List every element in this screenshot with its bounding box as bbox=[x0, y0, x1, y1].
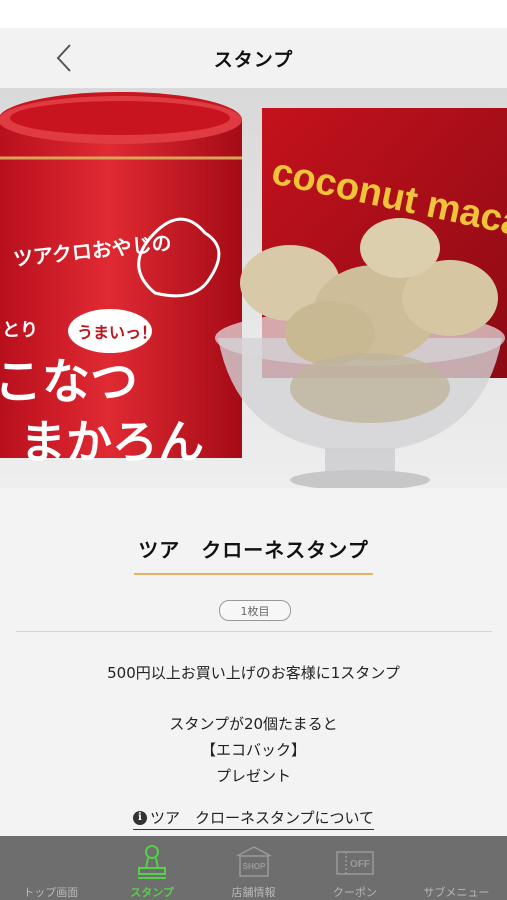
tab-shop-label: 店舗情報 bbox=[231, 886, 276, 899]
home-icon bbox=[31, 844, 71, 880]
nav-bar: スタンプ bbox=[0, 28, 507, 88]
shop-icon: SHOP bbox=[234, 844, 274, 880]
status-bar bbox=[0, 0, 507, 28]
reward-line-2: 【エコバック】 bbox=[200, 741, 306, 759]
tab-submenu[interactable]: サブメニュー bbox=[406, 836, 507, 900]
tab-coupon[interactable]: OFF クーポン bbox=[304, 836, 405, 900]
can-text-4: こなつ bbox=[0, 356, 138, 409]
tab-submenu-label: サブメニュー bbox=[423, 886, 490, 899]
can-text-3: とり bbox=[2, 320, 38, 340]
hero-image: coconut macaron ツアクロおやじの うまいっ！ とり こなつ まか… bbox=[0, 88, 507, 488]
stamp-icon bbox=[132, 844, 172, 880]
menu-icon bbox=[436, 844, 476, 880]
reward-line-1: スタンプが20個たまると bbox=[169, 715, 338, 733]
back-button[interactable] bbox=[46, 40, 82, 76]
coupon-icon: OFF bbox=[335, 844, 375, 880]
tab-shop[interactable]: SHOP 店舗情報 bbox=[203, 836, 304, 900]
stamp-info-link-label: ツア クローネスタンプについて bbox=[149, 809, 375, 827]
coupon-icon-text: OFF bbox=[350, 859, 370, 870]
stamp-card: ツア クローネスタンプ 1枚目 500円以上お買い上げのお客様に1スタンプ スタ… bbox=[0, 488, 507, 836]
stamp-info-link[interactable]: i ツア クローネスタンプについて bbox=[0, 806, 507, 830]
can-text-5: まかろん bbox=[20, 416, 204, 468]
tab-coupon-label: クーポン bbox=[332, 886, 377, 899]
page-title: スタンプ bbox=[213, 48, 294, 71]
chevron-left-icon bbox=[56, 44, 71, 72]
stamp-condition: 500円以上お買い上げのお客様に1スタンプ bbox=[107, 664, 400, 682]
stamp-title: ツア クローネスタンプ bbox=[134, 534, 373, 575]
tab-stamp-label: スタンプ bbox=[130, 886, 174, 899]
stamp-count-badge: 1枚目 bbox=[219, 600, 291, 621]
tab-top[interactable]: トップ画面 bbox=[0, 836, 101, 900]
can-text-2: うまいっ！ bbox=[77, 324, 157, 342]
tab-bar: トップ画面 スタンプ SHOP 店舗情報 OFF クーポン サブメニュー bbox=[0, 836, 507, 900]
divider bbox=[16, 631, 492, 632]
info-icon: i bbox=[132, 810, 147, 825]
tab-stamp[interactable]: スタンプ bbox=[101, 836, 202, 900]
tab-top-label: トップ画面 bbox=[23, 886, 79, 899]
shop-icon-text: SHOP bbox=[242, 862, 265, 871]
reward-line-3: プレゼント bbox=[215, 767, 291, 785]
